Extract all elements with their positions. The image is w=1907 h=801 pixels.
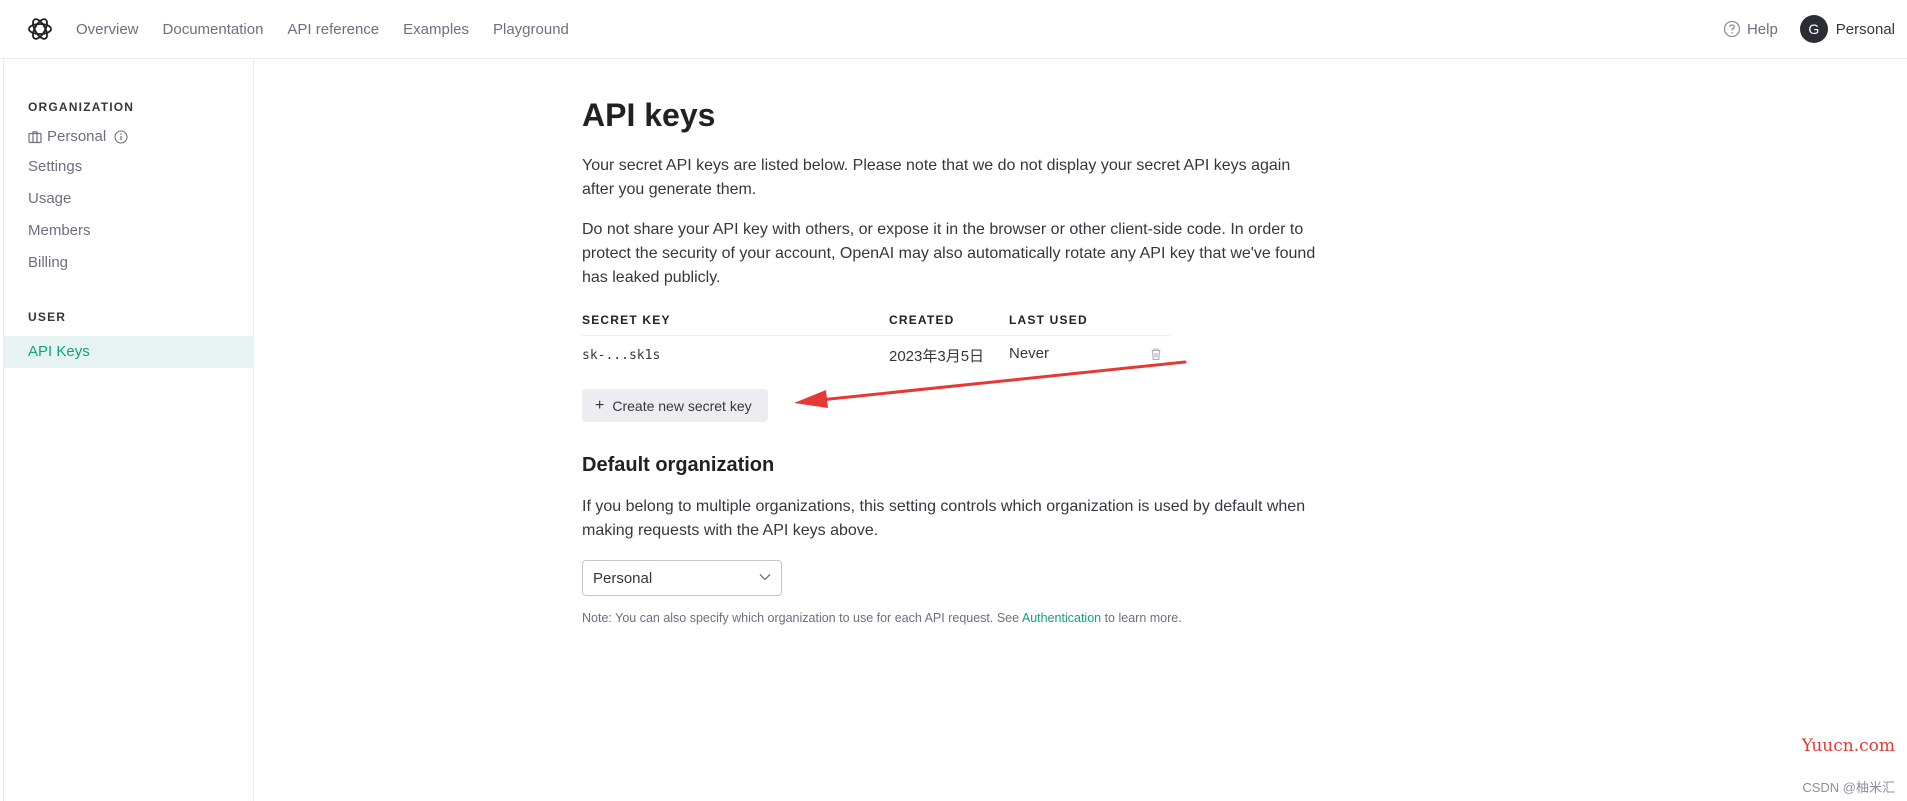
author-watermark: CSDN @柚米汇: [1802, 780, 1895, 795]
intro-paragraph-2: Do not share your API key with others, o…: [582, 221, 1316, 286]
sidebar-organization-heading: ORGANIZATION: [28, 100, 135, 114]
sidebar-item-billing[interactable]: Billing: [28, 254, 68, 271]
default-organization-title: Default organization: [582, 454, 775, 476]
help-circle-icon: [1723, 20, 1741, 38]
nav-overview[interactable]: Overview: [76, 21, 139, 38]
table-divider: [582, 335, 1170, 336]
help-link[interactable]: Help: [1723, 20, 1778, 38]
nav-documentation[interactable]: Documentation: [163, 21, 264, 38]
plus-icon: +: [595, 396, 605, 414]
default-organization-description: If you belong to multiple organizations,…: [582, 498, 1306, 539]
account-area: Help G Personal: [1723, 0, 1895, 58]
main-nav: Overview Documentation API reference Exa…: [76, 0, 593, 58]
organization-select[interactable]: Personal: [582, 560, 782, 596]
briefcase-icon: [28, 130, 42, 143]
sidebar-item-settings[interactable]: Settings: [28, 158, 82, 175]
nav-examples[interactable]: Examples: [403, 21, 469, 38]
intro-paragraph-1: Your secret API keys are listed below. P…: [582, 157, 1291, 198]
note-prefix: Note: You can also specify which organiz…: [582, 611, 1022, 625]
authentication-link[interactable]: Authentication: [1022, 611, 1101, 625]
sidebar-user-heading: USER: [28, 310, 67, 324]
note-suffix: to learn more.: [1101, 611, 1182, 625]
authentication-note: Note: You can also specify which organiz…: [582, 611, 1182, 625]
chevron-down-icon: [759, 574, 771, 581]
site-watermark: Yuucn.com: [1801, 736, 1895, 756]
sidebar-item-api-keys[interactable]: API Keys: [4, 336, 254, 368]
page-title: API keys: [582, 97, 716, 133]
create-secret-key-label: Create new secret key: [612, 397, 752, 414]
table-header-created: CREATED: [889, 313, 955, 327]
create-secret-key-button[interactable]: + Create new secret key: [582, 389, 768, 422]
top-navigation-bar: Overview Documentation API reference Exa…: [0, 0, 1907, 59]
sidebar-item-usage[interactable]: Usage: [28, 190, 71, 207]
secret-key-value: sk-...sk1s: [582, 348, 661, 363]
table-header-secret-key: SECRET KEY: [582, 313, 671, 327]
avatar[interactable]: G: [1799, 15, 1828, 43]
nav-api-reference[interactable]: API reference: [287, 21, 379, 38]
info-icon[interactable]: [114, 129, 128, 144]
sidebar-org-name: Personal: [47, 128, 107, 145]
nav-playground[interactable]: Playground: [493, 21, 569, 38]
table-header-last-used: LAST USED: [1009, 313, 1088, 327]
sidebar-org-selector[interactable]: Personal: [28, 128, 133, 145]
red-annotation-arrow: [794, 360, 1187, 408]
help-label: Help: [1746, 20, 1778, 38]
sidebar: ORGANIZATION Personal Settings Usage Mem…: [4, 59, 254, 801]
account-name[interactable]: Personal: [1836, 21, 1895, 38]
organization-select-value: Personal: [593, 569, 653, 587]
sidebar-item-members[interactable]: Members: [28, 222, 91, 239]
openai-logo-icon[interactable]: [26, 15, 54, 43]
